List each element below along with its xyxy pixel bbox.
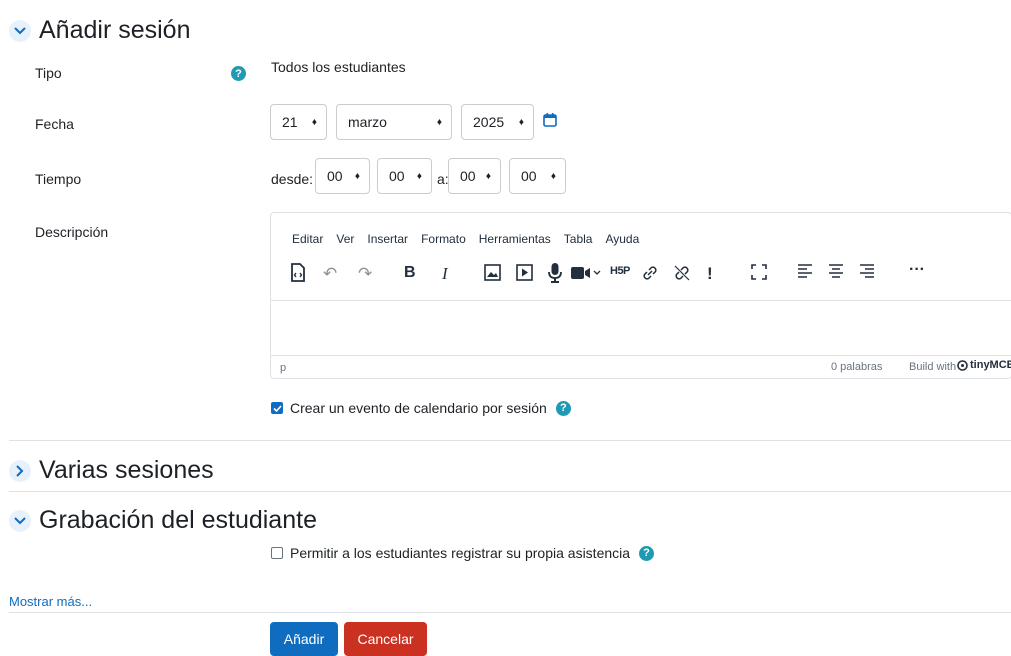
editor-menubar: Editar Ver Insertar Formato Herramientas Tabl…	[292, 230, 652, 248]
help-icon[interactable]: ?	[555, 400, 571, 416]
time-from-hour-select[interactable]: 00 ♦	[315, 158, 370, 194]
align-center-icon[interactable]	[828, 264, 844, 278]
time-from-hour-value: 00	[327, 168, 343, 184]
self-register-label[interactable]: Permitir a los estudiantes registrar su …	[290, 545, 630, 561]
time-to-label: a:	[437, 171, 449, 187]
editor-toolbar: ↶ ↷ B I H5P ! ···	[290, 261, 990, 285]
type-value: Todos los estudiantes	[271, 59, 406, 75]
tinymce-logo[interactable]: tinyMCE	[957, 359, 1011, 371]
align-left-icon[interactable]	[797, 264, 813, 278]
time-to-minute-select[interactable]: 00 ♦	[509, 158, 566, 194]
time-to-minute-value: 00	[521, 168, 537, 184]
chevron-down-icon[interactable]	[9, 19, 31, 42]
date-label: Fecha	[35, 116, 74, 132]
section-title: Grabación del estudiante	[39, 506, 317, 534]
select-arrow-icon: ♦	[436, 116, 442, 128]
build-with-text: Build with	[909, 361, 957, 373]
calendar-event-label[interactable]: Crear un evento de calendario por sesión	[290, 400, 547, 416]
link-icon[interactable]	[641, 264, 659, 282]
h5p-icon[interactable]: H5P	[610, 265, 630, 277]
select-arrow-icon: ♦	[550, 170, 556, 182]
media-icon[interactable]	[516, 264, 533, 281]
select-arrow-icon: ♦	[311, 116, 317, 128]
time-to-hour-value: 00	[460, 168, 476, 184]
redo-icon[interactable]: ↷	[358, 264, 372, 284]
menu-editar[interactable]: Editar	[292, 232, 323, 246]
time-from-minute-value: 00	[389, 168, 405, 184]
unlink-icon[interactable]	[673, 264, 691, 282]
menu-ver[interactable]: Ver	[336, 232, 354, 246]
word-count: 0 palabras	[831, 361, 883, 373]
select-arrow-icon: ♦	[416, 170, 422, 182]
menu-tabla[interactable]: Tabla	[564, 232, 593, 246]
divider	[9, 491, 1011, 492]
exclamation-icon[interactable]: !	[707, 264, 713, 284]
date-year-select[interactable]: 2025 ♦	[461, 104, 534, 140]
chevron-down-icon[interactable]	[9, 509, 31, 532]
more-icon[interactable]: ···	[909, 261, 925, 279]
editor-statusbar: p 0 palabras Build with tinyMCE	[271, 355, 1011, 380]
date-month-value: marzo	[348, 114, 387, 130]
fullscreen-icon[interactable]	[751, 264, 767, 280]
select-arrow-icon: ♦	[354, 170, 360, 182]
time-from-label: desde:	[271, 171, 314, 187]
calendar-event-checkbox[interactable]	[271, 402, 283, 414]
menu-ayuda[interactable]: Ayuda	[605, 232, 639, 246]
calendar-icon[interactable]	[543, 113, 557, 132]
align-right-icon[interactable]	[859, 264, 875, 278]
tinymce-icon	[957, 359, 968, 371]
divider	[9, 612, 1011, 613]
self-register-option: Permitir a los estudiantes registrar su …	[271, 545, 655, 561]
undo-icon[interactable]: ↶	[323, 264, 337, 284]
select-arrow-icon: ♦	[518, 116, 524, 128]
date-day-value: 21	[282, 114, 298, 130]
time-from-minute-select[interactable]: 00 ♦	[377, 158, 432, 194]
time-label: Tiempo	[35, 171, 82, 187]
chevron-right-icon[interactable]	[9, 459, 31, 482]
calendar-event-option: Crear un evento de calendario por sesión…	[271, 400, 571, 416]
microphone-icon[interactable]	[548, 263, 562, 283]
date-year-value: 2025	[473, 114, 505, 130]
date-month-select[interactable]: marzo ♦	[336, 104, 452, 140]
section-student-recording-header[interactable]: Grabación del estudiante	[9, 506, 317, 535]
description-label: Descripción	[35, 224, 109, 240]
section-title: Varias sesiones	[39, 456, 214, 484]
video-camera-icon[interactable]	[571, 266, 603, 280]
self-register-checkbox[interactable]	[271, 547, 283, 559]
menu-insertar[interactable]: Insertar	[367, 232, 408, 246]
time-to-hour-select[interactable]: 00 ♦	[448, 158, 501, 194]
add-button[interactable]: Añadir	[270, 622, 338, 656]
section-title: Añadir sesión	[39, 16, 191, 44]
section-add-session-header[interactable]: Añadir sesión	[9, 16, 190, 45]
help-icon[interactable]: ?	[231, 66, 246, 81]
show-more-link[interactable]: Mostrar más...	[9, 594, 92, 609]
section-multiple-sessions-header[interactable]: Varias sesiones	[9, 456, 214, 485]
cancel-button[interactable]: Cancelar	[344, 622, 427, 656]
editor-content-area[interactable]	[271, 300, 1011, 356]
select-arrow-icon: ♦	[485, 170, 491, 182]
italic-icon[interactable]: I	[442, 264, 448, 284]
divider	[9, 440, 1011, 441]
help-icon[interactable]: ?	[639, 545, 655, 561]
element-path[interactable]: p	[280, 362, 286, 374]
menu-formato[interactable]: Formato	[421, 232, 466, 246]
rich-text-editor[interactable]: Editar Ver Insertar Formato Herramientas Tabl…	[270, 212, 1011, 379]
type-label: Tipo	[35, 65, 62, 81]
source-code-icon[interactable]	[290, 263, 306, 282]
menu-herramientas[interactable]: Herramientas	[479, 232, 551, 246]
image-icon[interactable]	[484, 264, 501, 281]
date-day-select[interactable]: 21 ♦	[270, 104, 327, 140]
bold-icon[interactable]: B	[404, 264, 416, 282]
tinymce-brand: tinyMCE	[970, 359, 1011, 371]
